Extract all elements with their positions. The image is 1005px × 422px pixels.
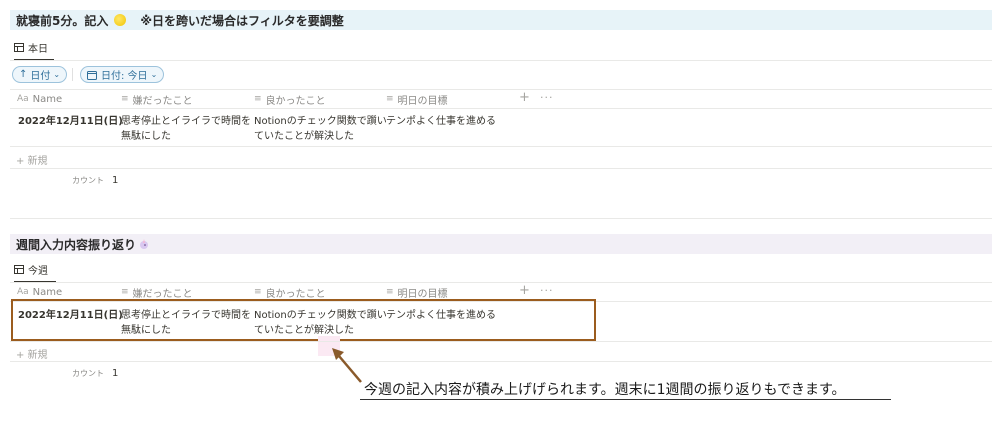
annotation-arrow-icon — [332, 348, 362, 383]
caption-underline — [360, 399, 891, 400]
annotation-caption: 今週の記入内容が積み上げげられます。週末に1週間の振り返りもできます。 — [364, 382, 846, 398]
